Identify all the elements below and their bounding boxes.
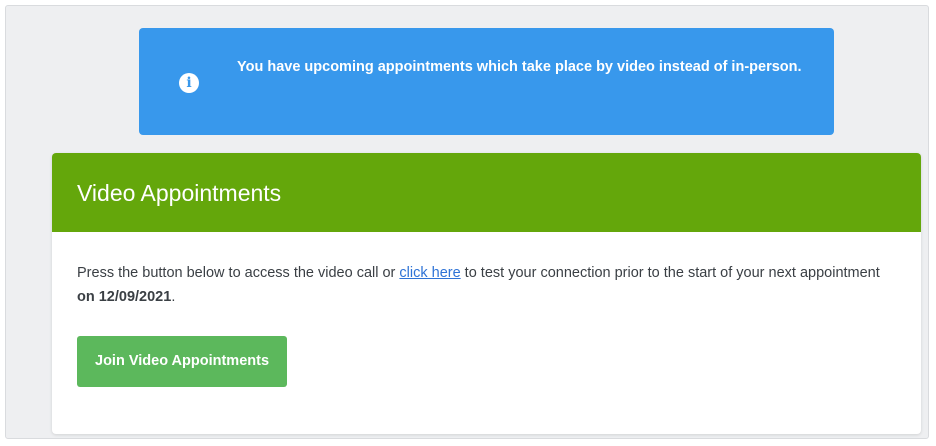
appointment-date: on 12/09/2021 (77, 289, 172, 305)
page-container: i You have upcoming appointments which t… (5, 5, 929, 439)
instructions-text-part-1: Press the button below to access the vid… (77, 265, 400, 281)
test-connection-link[interactable]: click here (399, 265, 460, 281)
card-header: Video Appointments (52, 153, 921, 232)
video-appointments-card: Video Appointments Press the button belo… (52, 153, 921, 434)
alert-message: You have upcoming appointments which tak… (237, 59, 802, 75)
card-body: Press the button below to access the vid… (52, 232, 921, 387)
video-appointments-alert: i You have upcoming appointments which t… (139, 28, 834, 135)
info-circle-icon: i (179, 73, 199, 93)
instructions-text: Press the button below to access the vid… (77, 261, 887, 309)
instructions-text-end: . (171, 289, 176, 305)
join-video-appointments-button[interactable]: Join Video Appointments (77, 336, 288, 387)
card-title: Video Appointments (77, 180, 282, 206)
instructions-text-part-2: to test your connection prior to the sta… (460, 265, 880, 281)
